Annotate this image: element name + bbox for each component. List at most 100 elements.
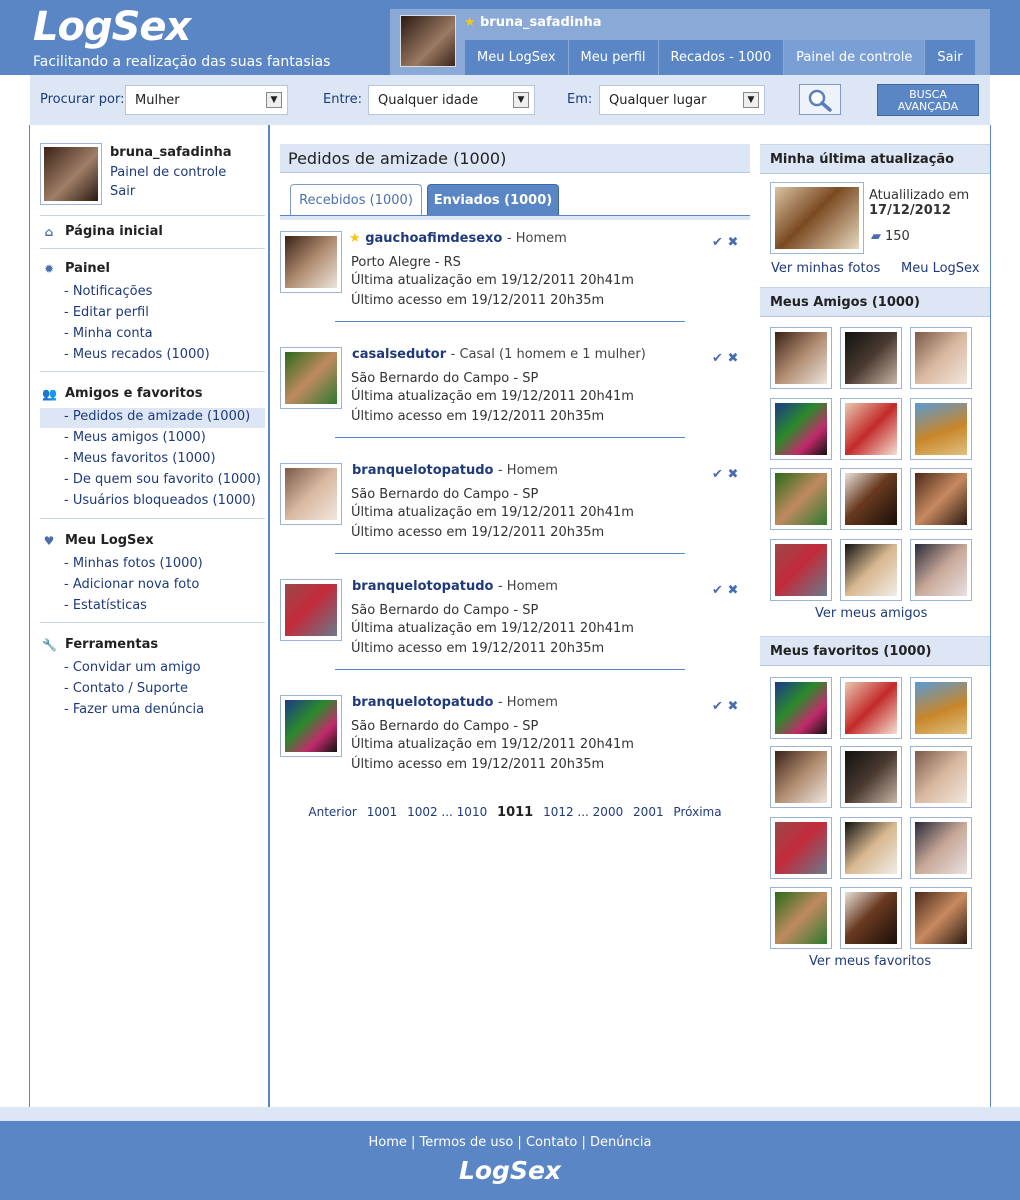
sidebar-item-statistics[interactable]: - Estatísticas [64,598,147,613]
sidebar-item-my-friends[interactable]: - Meus amigos (1000) [64,430,206,445]
nav-recados[interactable]: Recados - 1000 [658,40,785,75]
location-value: Qualquer lugar [609,92,707,108]
sidebar-home[interactable]: ⌂ Página inicial [42,224,163,239]
request-username[interactable]: branquelotopatudo [352,463,493,478]
nav-sair[interactable]: Sair [925,40,976,75]
favorite-photo[interactable] [840,817,902,879]
request-location: Porto Alegre - RS [351,255,461,270]
search-button[interactable] [799,84,841,115]
comment-count[interactable]: ▰ 150 [871,229,910,244]
friend-photo[interactable] [910,327,972,389]
favorite-photo[interactable] [910,817,972,879]
sidebar-item-blocked-users[interactable]: - Usuários bloqueados (1000) [64,493,256,508]
friend-photo[interactable] [840,398,902,460]
chevron-down-icon: ▼ [266,92,282,108]
sidebar-item-notifications[interactable]: - Notificações [64,284,152,299]
request-photo[interactable] [280,579,342,641]
footer-terms-link[interactable]: Termos de uso [420,1135,514,1150]
tab-sent[interactable]: Enviados (1000) [427,184,559,216]
footer-home-link[interactable]: Home [369,1135,407,1150]
sidebar-item-add-photo[interactable]: - Adicionar nova foto [64,577,199,592]
friend-photo[interactable] [840,539,902,601]
nav-painel-de-controle[interactable]: Painel de controle [784,40,926,75]
favorite-photo[interactable] [910,887,972,949]
sidebar-item-my-photos[interactable]: - Minhas fotos (1000) [64,556,203,571]
pager-next[interactable]: Próxima [673,805,721,819]
close-icon[interactable]: ✖ [727,467,738,482]
favorite-photo[interactable] [770,817,832,879]
request-photo[interactable] [280,231,342,293]
favorite-photo[interactable] [840,677,902,739]
sidebar-item-edit-profile[interactable]: - Editar perfil [64,305,149,320]
sidebar-item-my-favorites[interactable]: - Meus favoritos (1000) [64,451,216,466]
request-username[interactable]: branquelotopatudo [352,695,493,710]
check-icon[interactable]: ✔ [712,235,723,250]
close-icon[interactable]: ✖ [727,235,738,250]
favorite-photo[interactable] [910,677,972,739]
request-username[interactable]: gauchoafimdesexo [365,231,502,246]
profile-exit-link[interactable]: Sair [110,184,135,199]
favorite-photo[interactable] [770,887,832,949]
friend-photo[interactable] [770,398,832,460]
last-update-photo[interactable] [770,182,864,254]
pager-prev[interactable]: Anterior [308,805,356,819]
view-my-favorites-link[interactable]: Ver meus favoritos [809,954,931,969]
footer-contact-link[interactable]: Contato [526,1135,577,1150]
friend-photo[interactable] [910,398,972,460]
view-my-friends-link[interactable]: Ver meus amigos [815,606,927,621]
location-select[interactable]: Qualquer lugar ▼ [599,85,765,115]
profile-photo[interactable] [40,143,102,205]
advanced-search-button[interactable]: BUSCA AVANÇADA [877,84,979,116]
friend-photo[interactable] [770,327,832,389]
request-username[interactable]: branquelotopatudo [352,579,493,594]
sidebar-item-report[interactable]: - Fazer uma denúncia [64,702,204,717]
sidebar-item-favorited-by[interactable]: - De quem sou favorito (1000) [64,472,261,487]
user-name[interactable]: bruna_safadinha [480,15,601,30]
sidebar-item-my-account[interactable]: - Minha conta [64,326,153,341]
user-avatar[interactable] [400,15,456,67]
footer-report-link[interactable]: Denúncia [590,1135,651,1150]
pager-page[interactable]: 1001 [367,805,398,819]
sidebar-item-invite-friend[interactable]: - Convidar um amigo [64,660,201,675]
favorite-photo[interactable] [840,746,902,808]
profile-panel-link[interactable]: Painel de controle [110,165,226,180]
sidebar-item-friend-requests[interactable]: - Pedidos de amizade (1000) [40,408,265,428]
pager-page[interactable]: 1012 ... 2000 [543,805,623,819]
sidebar-mylogsex-label: Meu LogSex [65,533,154,548]
friend-photo[interactable] [770,468,832,530]
request-name-row: ★ gauchoafimdesexo - Homem [349,231,567,246]
check-icon[interactable]: ✔ [712,699,723,714]
logo[interactable]: LogSex [33,4,191,50]
favorite-photo[interactable] [910,746,972,808]
favorite-photo[interactable] [840,887,902,949]
sidebar-item-contact-support[interactable]: - Contato / Suporte [64,681,188,696]
view-my-photos-link[interactable]: Ver minhas fotos [771,261,880,276]
last-update-label: Atualilizado em [869,188,970,203]
favorite-photo[interactable] [770,677,832,739]
check-icon[interactable]: ✔ [712,467,723,482]
sidebar-item-my-messages[interactable]: - Meus recados (1000) [64,347,210,362]
friend-photo[interactable] [840,327,902,389]
friend-photo[interactable] [770,539,832,601]
friend-photo[interactable] [910,468,972,530]
request-photo[interactable] [280,463,342,525]
favorite-photo[interactable] [770,746,832,808]
close-icon[interactable]: ✖ [727,583,738,598]
age-select[interactable]: Qualquer idade ▼ [368,85,535,115]
pager-page[interactable]: 1002 ... 1010 [407,805,487,819]
request-username[interactable]: casalsedutor [352,347,446,362]
check-icon[interactable]: ✔ [712,583,723,598]
my-logsex-link[interactable]: Meu LogSex [901,261,980,276]
nav-meu-perfil[interactable]: Meu perfil [568,40,659,75]
close-icon[interactable]: ✖ [727,351,738,366]
close-icon[interactable]: ✖ [727,699,738,714]
nav-meu-logsex[interactable]: Meu LogSex [465,40,569,75]
friend-photo[interactable] [910,539,972,601]
search-by-select[interactable]: Mulher ▼ [125,85,288,115]
check-icon[interactable]: ✔ [712,351,723,366]
friend-photo[interactable] [840,468,902,530]
pager-page[interactable]: 2001 [633,805,664,819]
request-photo[interactable] [280,695,342,757]
tab-received[interactable]: Recebidos (1000) [290,184,422,216]
request-photo[interactable] [280,347,342,409]
